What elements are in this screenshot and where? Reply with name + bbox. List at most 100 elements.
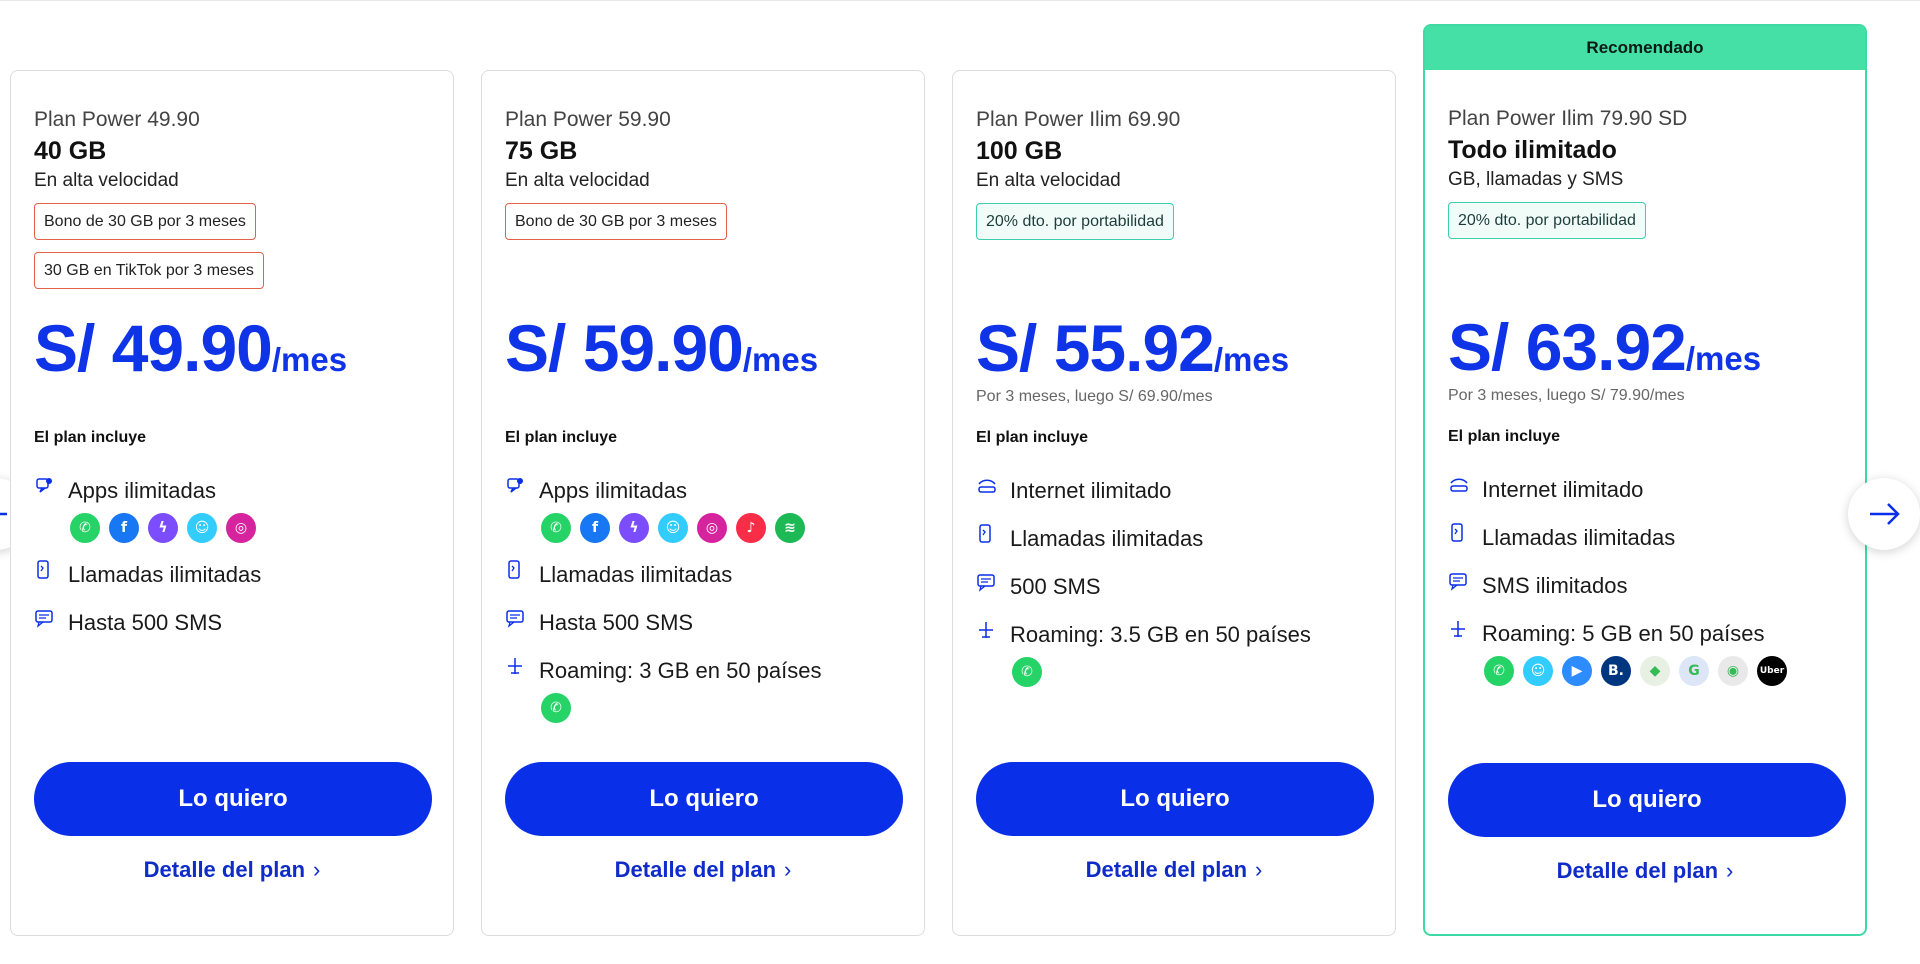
- feature-list: Internet ilimitado Llamadas ilimitadas 500…: [976, 467, 1376, 717]
- plan-detail-label: Detalle del plan: [614, 857, 777, 882]
- plan-detail-label: Detalle del plan: [1556, 858, 1719, 883]
- plan-price: S/ 63.92/mes: [1448, 312, 1848, 394]
- plan-price: S/ 55.92/mes: [976, 313, 1376, 395]
- feature-item: Hasta 500 SMS: [34, 599, 434, 647]
- lo-quiero-button[interactable]: Lo quiero: [34, 762, 432, 836]
- zoom-icon: ▶: [1562, 656, 1592, 686]
- feature-label: Roaming: 5 GB en 50 países: [1482, 621, 1765, 646]
- plan-detail-label: Detalle del plan: [1085, 857, 1248, 882]
- plan-includes-heading: El plan incluye: [1448, 428, 1561, 445]
- feature-list: Apps ilimitadas ✆ f ϟ ☺ ◎ ♪ ≋ Llamadas ilimitada…: [505, 467, 905, 723]
- feature-item: Roaming: 5 GB en 50 países: [1448, 610, 1848, 658]
- plan-data-amount: 40 GB: [34, 137, 107, 165]
- plan-includes-heading: El plan incluye: [976, 429, 1089, 446]
- plane-icon: [505, 656, 539, 680]
- feature-item: Roaming: 3 GB en 50 países: [505, 647, 905, 695]
- plan-card: Plan Power 49.90 40 GB En alta velocidad Bo…: [10, 70, 454, 936]
- app-icon-row: ✆ f ϟ ☺ ◎: [70, 511, 434, 545]
- lo-quiero-button[interactable]: Lo quiero: [976, 762, 1374, 836]
- plan-subtitle: En alta velocidad: [34, 170, 179, 191]
- plan-detail-link[interactable]: Detalle del plan ›: [1425, 858, 1865, 884]
- price-amount: S/ 49.90: [34, 311, 273, 385]
- plan-detail-link[interactable]: Detalle del plan ›: [953, 857, 1395, 883]
- price-amount: S/ 55.92: [976, 311, 1215, 385]
- sms-icon: [34, 608, 68, 632]
- lo-quiero-button[interactable]: Lo quiero: [505, 762, 903, 836]
- plan-card: Plan Power Ilim 69.90 100 GB En alta veloc…: [952, 70, 1396, 936]
- promo-badges: 20% dto. por portabilidad: [1448, 202, 1848, 312]
- internet-icon: [1448, 475, 1482, 499]
- feature-item: Roaming: 3.5 GB en 50 países: [976, 611, 1376, 659]
- plan-data-amount: 75 GB: [505, 137, 578, 165]
- feature-item: Apps ilimitadas: [34, 467, 434, 515]
- plan-detail-label: Detalle del plan: [143, 857, 306, 882]
- feature-item: Llamadas ilimitadas: [1448, 514, 1848, 562]
- feature-label: Apps ilimitadas: [68, 478, 216, 503]
- top-divider: [0, 0, 1920, 1]
- whatsapp-icon: ✆: [1012, 657, 1042, 687]
- promo-badges: Bono de 30 GB por 3 meses: [505, 203, 905, 313]
- price-period: /mes: [742, 341, 819, 378]
- promo-badge: Bono de 30 GB por 3 meses: [505, 203, 727, 240]
- sms-icon: [1448, 571, 1482, 595]
- plan-data-amount: Todo ilimitado: [1448, 136, 1617, 164]
- price-note: Por 3 meses, luego S/ 79.90/mes: [1448, 387, 1685, 404]
- arrow-right-icon: [1870, 503, 1900, 525]
- phone-icon: [34, 560, 68, 584]
- waze-icon: ☺: [1523, 656, 1553, 686]
- sms-icon: [976, 572, 1010, 596]
- uber-icon: Uber: [1757, 656, 1787, 686]
- price-period: /mes: [271, 341, 348, 378]
- feature-item: 500 SMS: [976, 563, 1376, 611]
- promo-badge: 20% dto. por portabilidad: [976, 203, 1174, 240]
- chevron-right-icon: ›: [1255, 857, 1263, 882]
- tripadvisor-icon: ◉: [1718, 656, 1748, 686]
- feature-list: Apps ilimitadas ✆ f ϟ ☺ ◎ Llamadas ilimitadas H…: [34, 467, 434, 717]
- feature-label: Llamadas ilimitadas: [539, 562, 733, 587]
- booking-icon: B.: [1601, 656, 1631, 686]
- phone-icon: [505, 560, 539, 584]
- plan-price: S/ 49.90/mes: [34, 313, 434, 395]
- plane-icon: [1448, 619, 1482, 643]
- feature-label: Llamadas ilimitadas: [1482, 525, 1676, 550]
- whatsapp-icon: ✆: [541, 693, 571, 723]
- price-amount: S/ 63.92: [1448, 310, 1687, 384]
- plan-card: Recomendado Plan Power Ilim 79.90 SD Todo …: [1423, 24, 1867, 936]
- apps-icon: [34, 476, 68, 500]
- plan-detail-link[interactable]: Detalle del plan ›: [482, 857, 924, 883]
- promo-badge: 20% dto. por portabilidad: [1448, 202, 1646, 239]
- price-note: [34, 387, 434, 409]
- plan-subtitle: GB, llamadas y SMS: [1448, 169, 1624, 190]
- app-icon-row: ✆ ☺ ▶ B. ◆ G ◉ Uber: [1484, 654, 1848, 688]
- feature-label: Llamadas ilimitadas: [68, 562, 262, 587]
- plan-detail-link[interactable]: Detalle del plan ›: [11, 857, 453, 883]
- chevron-right-icon: ›: [1726, 858, 1734, 883]
- plan-name: Plan Power 49.90: [34, 108, 200, 131]
- plan-name: Plan Power 59.90: [505, 108, 671, 131]
- feature-list: Internet ilimitado Llamadas ilimitadas SMS…: [1448, 466, 1848, 716]
- lo-quiero-button[interactable]: Lo quiero: [1448, 763, 1846, 837]
- plane-icon: [976, 620, 1010, 644]
- recommended-banner: Recomendado: [1425, 26, 1865, 70]
- promo-badges: 20% dto. por portabilidad: [976, 203, 1376, 313]
- promo-badge: 30 GB en TikTok por 3 meses: [34, 252, 264, 289]
- feature-item: Apps ilimitadas: [505, 467, 905, 515]
- feature-label: Roaming: 3 GB en 50 países: [539, 658, 822, 683]
- whatsapp-icon: ✆: [1484, 656, 1514, 686]
- chevron-right-icon: ›: [313, 857, 321, 882]
- facebook-icon: f: [109, 513, 139, 543]
- plan-subtitle: En alta velocidad: [505, 170, 650, 191]
- sms-icon: [505, 608, 539, 632]
- instagram-icon: ◎: [226, 513, 256, 543]
- phone-icon: [1448, 523, 1482, 547]
- price-note: Por 3 meses, luego S/ 69.90/mes: [976, 388, 1213, 405]
- messenger-icon: ϟ: [148, 513, 178, 543]
- feature-label: Hasta 500 SMS: [68, 610, 223, 635]
- plan-name: Plan Power Ilim 69.90: [976, 108, 1181, 131]
- carousel-next-button[interactable]: [1848, 478, 1920, 550]
- app-icon-row: ✆: [541, 691, 905, 725]
- messenger-icon: ϟ: [619, 513, 649, 543]
- feature-label: Roaming: 3.5 GB en 50 países: [1010, 622, 1311, 647]
- phone-icon: [976, 524, 1010, 548]
- feature-item: Internet ilimitado: [976, 467, 1376, 515]
